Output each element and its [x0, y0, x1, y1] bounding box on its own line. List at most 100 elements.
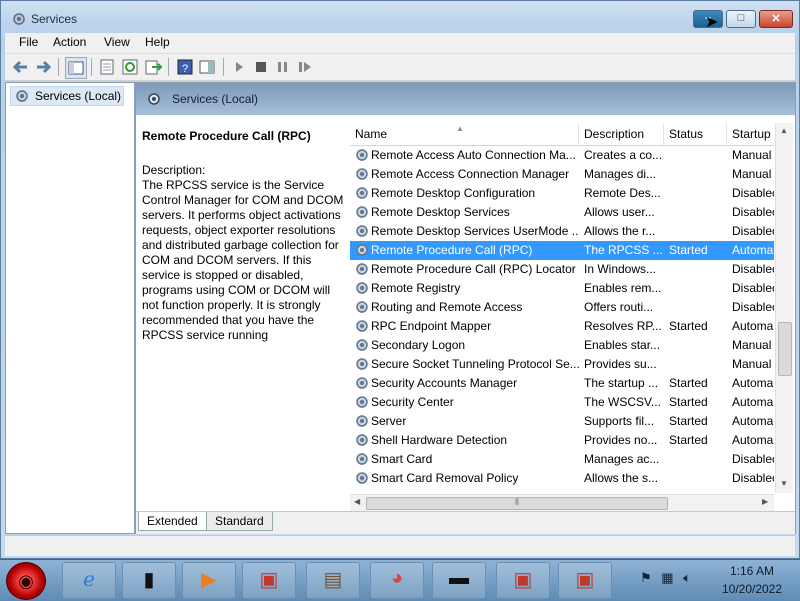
show-hide-action-pane-icon[interactable] [197, 57, 217, 77]
scroll-down-icon[interactable]: ▼ [780, 479, 788, 488]
service-name: Remote Registry [371, 281, 461, 295]
menu-action[interactable]: Action [53, 35, 86, 49]
pause-service-icon[interactable] [273, 57, 293, 77]
taskbar-chrome[interactable]: ◕ [370, 562, 424, 599]
taskbar-media-player[interactable]: ▶ [182, 562, 236, 599]
services-pane: Services (Local) Remote Procedure Call (… [135, 82, 796, 534]
service-name: Routing and Remote Access [371, 300, 523, 314]
tab-extended[interactable]: Extended [138, 512, 207, 531]
service-startup-type: Automa [732, 243, 774, 257]
service-name: Secondary Logon [371, 338, 466, 352]
service-status: Started [669, 395, 708, 409]
table-row[interactable]: Remote Procedure Call (RPC) The RPCSS ...… [350, 241, 774, 260]
service-status: Started [669, 433, 708, 447]
service-description: In Windows... [584, 262, 657, 276]
stop-service-icon[interactable] [251, 57, 271, 77]
service-description: Enables rem... [584, 281, 662, 295]
service-description: Manages ac... [584, 452, 660, 466]
table-row[interactable]: Remote Desktop Configuration Remote Des..… [350, 184, 774, 203]
table-row[interactable]: Secondary Logon Enables star... Manual [350, 336, 774, 355]
scroll-left-icon[interactable]: ◀ [354, 497, 360, 506]
network-icon[interactable]: ▦ [661, 570, 673, 585]
vertical-scrollbar[interactable]: ▲ ▼ [775, 123, 793, 493]
table-row[interactable]: Secure Socket Tunneling Protocol Se... Pr… [350, 355, 774, 374]
clock-date: 10/20/2022 [721, 582, 783, 596]
taskbar-toolbox-3[interactable]: ▣ [558, 562, 612, 599]
console-tree-pane: Services (Local) [5, 82, 135, 534]
table-row[interactable]: Remote Desktop Services UserMode ... Allo… [350, 222, 774, 241]
table-row[interactable]: Remote Access Auto Connection Ma... Creat… [350, 146, 774, 165]
horizontal-scrollbar[interactable]: ◀ ⦀ ▶ [350, 494, 774, 511]
services-gear-icon [16, 90, 28, 102]
service-name: Security Accounts Manager [371, 376, 518, 390]
table-row[interactable]: Remote Desktop Services Allows user... Dis… [350, 203, 774, 222]
taskbar-toolbox-2[interactable]: ▣ [496, 562, 550, 599]
help-icon[interactable]: ? [175, 57, 195, 77]
column-header-status[interactable]: Status [664, 123, 727, 145]
service-gear-icon [356, 472, 368, 484]
tree-item-services-local[interactable]: Services (Local) [10, 86, 124, 106]
service-name: Remote Procedure Call (RPC) [371, 243, 533, 257]
menu-file[interactable]: File [19, 35, 38, 49]
toolbox-icon: ▣ [575, 569, 595, 591]
taskbar-toolbox-1[interactable]: ▣ [242, 562, 296, 599]
table-row[interactable]: Remote Procedure Call (RPC) Locator In Wi… [350, 260, 774, 279]
refresh-icon[interactable] [120, 57, 140, 77]
taskbar-device[interactable]: ▮ [122, 562, 176, 599]
vertical-scroll-thumb[interactable] [778, 322, 792, 376]
description-label: Description: [142, 163, 206, 177]
table-row[interactable]: Routing and Remote Access Offers routi...… [350, 298, 774, 317]
table-row[interactable]: Remote Registry Enables rem... Disablec [350, 279, 774, 298]
menu-view[interactable]: View [104, 35, 130, 49]
taskbar-control-panel[interactable]: ▤ [306, 562, 360, 599]
forward-arrow-icon[interactable] [33, 57, 53, 77]
table-row[interactable]: RPC Endpoint Mapper Resolves RP... Started… [350, 317, 774, 336]
service-gear-icon [356, 187, 368, 199]
service-startup-type: Manual [732, 357, 772, 371]
service-startup-type: Disablec [732, 471, 774, 485]
taskbar-internet-explorer[interactable]: ℯ [62, 562, 116, 599]
service-startup-type: Disablec [732, 262, 774, 276]
column-header-startup-type[interactable]: Startup T [727, 123, 774, 145]
clock[interactable]: 1:16 AM 10/20/2022 [712, 564, 792, 596]
menu-help[interactable]: Help [145, 35, 170, 49]
tab-standard[interactable]: Standard [206, 512, 273, 531]
properties-icon[interactable] [97, 57, 117, 77]
table-row[interactable]: Smart Card Manages ac... Disablec [350, 450, 774, 469]
toolbar-separator [58, 58, 59, 76]
table-row[interactable]: Security Center The WSCSV... Started Automa [350, 393, 774, 412]
service-name: Smart Card [371, 452, 433, 466]
column-header-description[interactable]: Description [579, 123, 664, 145]
table-row[interactable]: Smart Card Removal Policy Allows the s...… [350, 469, 774, 488]
service-status: Started [669, 414, 708, 428]
service-name: RPC Endpoint Mapper [371, 319, 492, 333]
taskbar-command-prompt[interactable]: ▬ [432, 562, 486, 599]
horizontal-scroll-thumb[interactable]: ⦀ [366, 497, 668, 510]
service-gear-icon [356, 358, 368, 370]
close-button[interactable]: ✕ [759, 10, 793, 28]
start-service-icon[interactable] [229, 57, 249, 77]
start-orb-icon[interactable]: ◉ [6, 562, 46, 600]
scroll-right-icon[interactable]: ▶ [762, 497, 768, 506]
table-row[interactable]: Remote Access Connection Manager Manages … [350, 165, 774, 184]
back-arrow-icon[interactable] [11, 57, 31, 77]
volume-icon[interactable]: 🔈︎ [683, 570, 691, 585]
service-startup-type: Disablec [732, 300, 774, 314]
restart-service-icon[interactable] [295, 57, 315, 77]
pane-header: Services (Local) [136, 83, 795, 115]
table-row[interactable]: Security Accounts Manager The startup ...… [350, 374, 774, 393]
taskbar: ◉ ℯ ▮ ▶ ▣ ▤ ◕ ▬ ▣ ▣ ⚑ ▦ 🔈︎ 1:16 AM 10/20… [0, 559, 800, 601]
scroll-up-icon[interactable]: ▲ [780, 126, 788, 135]
export-list-icon[interactable] [143, 57, 163, 77]
flag-icon[interactable]: ⚑ [640, 570, 652, 585]
column-header-name[interactable]: Name ▲ [350, 123, 579, 145]
table-row[interactable]: Server Supports fil... Started Automa [350, 412, 774, 431]
table-row[interactable]: Shell Hardware Detection Provides no... St… [350, 431, 774, 450]
service-description: Remote Des... [584, 186, 661, 200]
service-name: Remote Access Connection Manager [371, 167, 570, 181]
service-description: Allows the r... [584, 224, 656, 238]
service-name: Shell Hardware Detection [371, 433, 508, 447]
console-tree-icon[interactable] [65, 57, 87, 79]
service-startup-type: Disablec [732, 281, 774, 295]
maximize-button[interactable]: □ [726, 10, 756, 28]
